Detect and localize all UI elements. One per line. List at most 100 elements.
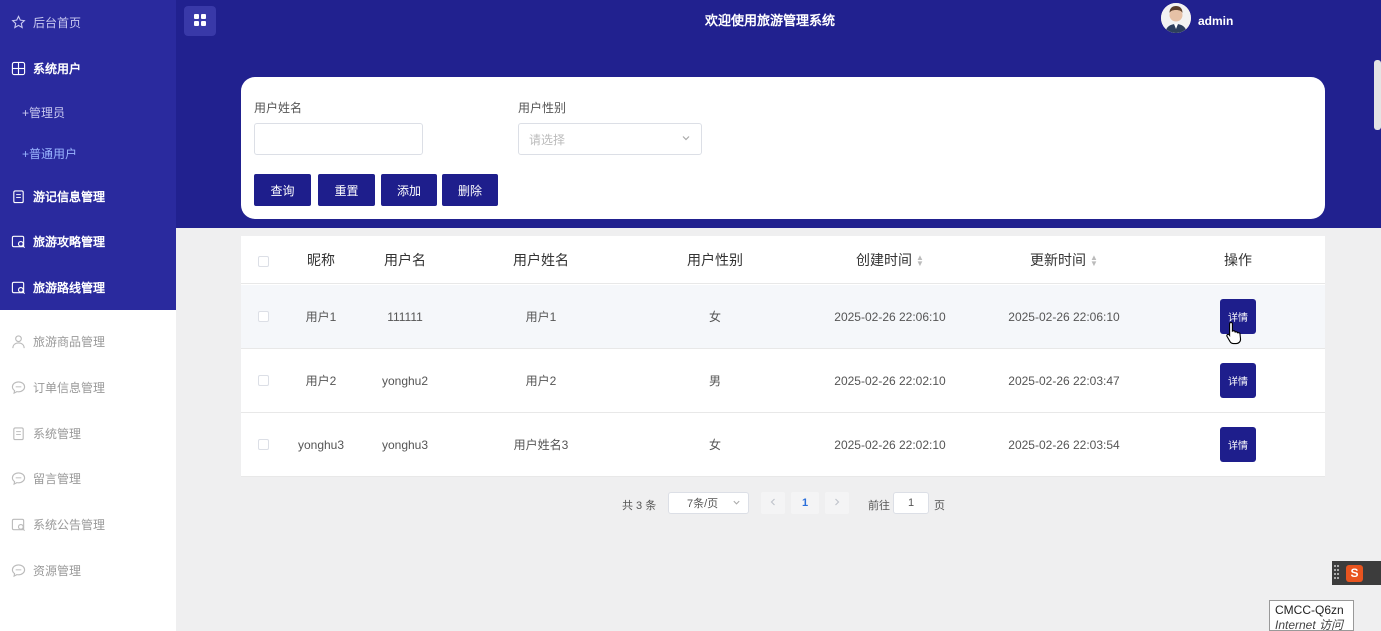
cell-gender: 女 <box>708 310 721 324</box>
goto-label: 前往 <box>868 500 890 512</box>
column-header-actions: 操作 <box>1224 251 1252 268</box>
column-header-updated-label: 更新时间 <box>1030 251 1087 268</box>
page-number-button[interactable]: 1 <box>791 492 819 514</box>
row-checkbox[interactable] <box>258 311 269 322</box>
user-table: 昵称 用户名 用户姓名 用户性别 创建时间 ▲ ▼ 更新时间 ▲ ▼ 操作 用户1 11… <box>241 236 1325 477</box>
sort-icon[interactable]: ▲ ▼ <box>916 253 924 267</box>
cell-created: 2025-02-26 22:02:10 <box>834 373 946 388</box>
prev-page-button[interactable] <box>761 492 785 514</box>
table-row[interactable]: 用户2 yonghu2 用户2 男 2025-02-26 22:02:10 20… <box>241 349 1325 413</box>
next-page-button[interactable] <box>825 492 849 514</box>
column-header-gender: 用户性别 <box>687 251 743 268</box>
sidebar-subitem-normal-user[interactable]: +普通用户 <box>22 138 77 168</box>
cell-updated: 2025-02-26 22:06:10 <box>1008 309 1120 324</box>
cell-nickname: yonghu3 <box>297 437 345 452</box>
sidebar-item-resources[interactable]: 资源管理 <box>0 550 176 590</box>
query-button[interactable]: 查询 <box>254 174 311 206</box>
column-header-username: 用户名 <box>384 251 426 268</box>
sidebar-item-travel-goods[interactable]: 旅游商品管理 <box>0 321 176 361</box>
scrollbar[interactable] <box>1374 60 1381 130</box>
username-label[interactable]: admin <box>1198 14 1233 28</box>
row-checkbox[interactable] <box>258 375 269 386</box>
cell-realname: 用户1 <box>525 310 557 324</box>
cell-updated: 2025-02-26 22:03:54 <box>1008 437 1120 452</box>
reset-button[interactable]: 重置 <box>318 174 375 206</box>
document-icon <box>10 188 26 204</box>
cell-created: 2025-02-26 22:02:10 <box>834 437 946 452</box>
grid-icon <box>194 13 206 29</box>
pagination-total: 共 3 条 <box>622 500 657 512</box>
sidebar-item-orders[interactable]: 订单信息管理 <box>0 367 176 407</box>
star-icon <box>10 14 26 30</box>
sidebar-item-system-manage[interactable]: 系统管理 <box>0 413 176 453</box>
hand-cursor-icon <box>1226 321 1242 348</box>
sidebar-item-home[interactable]: 后台首页 <box>0 2 176 42</box>
menu-toggle-button[interactable] <box>184 6 216 36</box>
column-header-created-label: 创建时间 <box>856 251 913 268</box>
chevron-down-icon <box>681 133 691 146</box>
cell-actions: 详情 <box>1151 349 1325 412</box>
sidebar-subitem-label: +管理员 <box>22 105 66 120</box>
cell-username: yonghu3 <box>381 437 429 452</box>
chevron-right-icon <box>833 497 841 509</box>
chat-icon <box>10 470 26 486</box>
wifi-name: CMCC-Q6zn <box>1275 603 1344 617</box>
sidebar-item-label: 旅游商品管理 <box>33 334 106 349</box>
sidebar-item-system-users[interactable]: 系统用户 <box>0 48 176 88</box>
sidebar-item-label: 系统管理 <box>33 426 82 441</box>
sidebar-item-label: 留言管理 <box>33 471 82 486</box>
sidebar-subitem-admin[interactable]: +管理员 <box>22 97 65 127</box>
calendar-search-icon <box>10 516 26 532</box>
sidebar-item-label: 系统公告管理 <box>33 517 106 532</box>
cell-realname: 用户2 <box>525 374 557 388</box>
wifi-status: Internet 访问 <box>1275 618 1344 631</box>
table-header-row: 昵称 用户名 用户姓名 用户性别 创建时间 ▲ ▼ 更新时间 ▲ ▼ 操作 <box>241 236 1325 284</box>
row-checkbox[interactable] <box>258 439 269 450</box>
cell-username: 111111 <box>387 309 423 324</box>
column-header-created[interactable]: 创建时间 ▲ ▼ <box>830 250 950 270</box>
detail-button[interactable]: 详情 <box>1220 427 1256 462</box>
name-field-label: 用户姓名 <box>254 101 303 115</box>
document-icon <box>10 425 26 441</box>
cell-nickname: 用户2 <box>305 374 337 388</box>
chat-icon <box>10 562 26 578</box>
goto-page-input[interactable]: 1 <box>893 492 929 514</box>
sidebar-item-label: 游记信息管理 <box>33 189 106 204</box>
sort-icon[interactable]: ▲ ▼ <box>1090 253 1098 267</box>
column-header-updated[interactable]: 更新时间 ▲ ▼ <box>1004 250 1124 270</box>
sogou-ime-icon[interactable]: S <box>1346 564 1363 582</box>
sidebar-item-travel-routes[interactable]: 旅游路线管理 <box>0 267 176 307</box>
avatar[interactable] <box>1161 3 1191 33</box>
cell-created: 2025-02-26 22:06:10 <box>834 309 946 324</box>
page-suffix-label: 页 <box>934 500 945 512</box>
name-input[interactable] <box>254 123 423 155</box>
page-size-select[interactable]: 7条/页 <box>668 492 749 514</box>
column-header-nickname: 昵称 <box>307 251 335 268</box>
table-row[interactable]: yonghu3 yonghu3 用户姓名3 女 2025-02-26 22:02… <box>241 413 1325 477</box>
sidebar-item-label: 旅游路线管理 <box>33 280 106 295</box>
gender-field-label: 用户性别 <box>518 101 567 115</box>
cell-updated: 2025-02-26 22:03:47 <box>1008 373 1120 388</box>
delete-button[interactable]: 删除 <box>442 174 498 206</box>
page-title: 欢迎使用旅游管理系统 <box>704 13 835 28</box>
cell-gender: 男 <box>708 374 721 388</box>
gender-select[interactable]: 请选择 <box>518 123 702 155</box>
add-button[interactable]: 添加 <box>381 174 437 206</box>
drag-handle-icon[interactable] <box>1334 564 1340 582</box>
sidebar-item-travel-guides[interactable]: 旅游攻略管理 <box>0 221 176 261</box>
sidebar-item-label: 后台首页 <box>33 15 82 30</box>
calendar-search-icon <box>10 233 26 249</box>
sidebar-item-label: 旅游攻略管理 <box>33 234 106 249</box>
network-tooltip: CMCC-Q6zn Internet 访问 <box>1269 600 1354 631</box>
chat-icon <box>10 379 26 395</box>
sidebar-item-travel-notes[interactable]: 游记信息管理 <box>0 176 176 216</box>
search-panel: 用户姓名 用户性别 请选择 查询 重置 添加 删除 <box>241 77 1325 219</box>
table-row[interactable]: 用户1 111111 用户1 女 2025-02-26 22:06:10 202… <box>241 285 1325 349</box>
ime-toolbar[interactable]: S <box>1332 561 1381 585</box>
sidebar-subitem-label: +普通用户 <box>22 146 78 161</box>
grid-icon <box>10 60 26 76</box>
cell-actions: 详情 <box>1151 413 1325 476</box>
select-all-checkbox[interactable] <box>258 256 269 267</box>
column-header-realname: 用户姓名 <box>513 251 569 268</box>
detail-button[interactable]: 详情 <box>1220 363 1256 398</box>
